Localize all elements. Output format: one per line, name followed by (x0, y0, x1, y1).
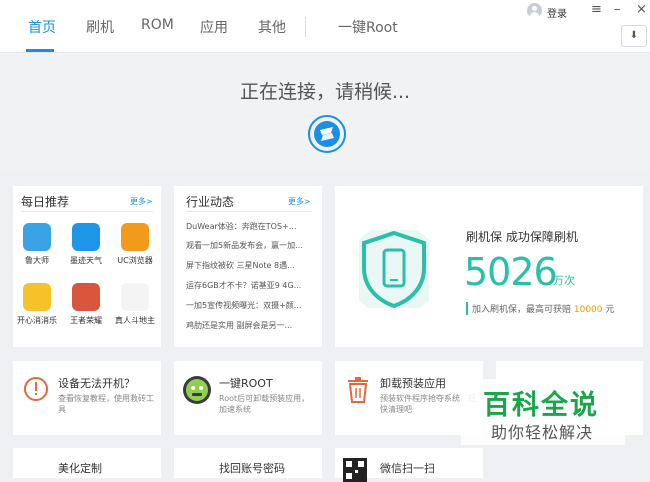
warning-icon (24, 377, 48, 401)
industry-news-title: 行业动态 (186, 195, 235, 209)
tab-flash[interactable]: 刷机 (86, 17, 114, 37)
active-tab-underline (26, 49, 54, 52)
app-ludashi[interactable]: 鲁大师 (17, 223, 57, 266)
recover-account-card[interactable]: 找回账号密码 (174, 448, 322, 478)
tool-title: 微信扫一扫 (380, 462, 435, 475)
app-moji-weather[interactable]: 墨迹天气 (66, 223, 106, 266)
news-item[interactable]: 观看一加5新品发布会，赢一加... (186, 240, 310, 251)
close-icon[interactable]: × (636, 2, 647, 17)
app-label: 王者荣耀 (70, 316, 102, 325)
daily-recommend-card: 每日推荐 更多> 鲁大师 墨迹天气 UC浏览器 开心消消乐 王者荣耀 真人斗地主 (13, 186, 161, 347)
menu-icon[interactable]: ≡ (591, 2, 602, 17)
uc-browser-icon (121, 223, 149, 251)
card-divider (21, 211, 153, 212)
landlord-icon (121, 283, 149, 311)
tool-desc: Root后可卸载预装应用，加速系统 (219, 394, 310, 414)
tool-title: 找回账号密码 (219, 462, 285, 475)
industry-news-card: 行业动态 更多> DuWear体验：奔跑在TOS+... 观看一加5新品发布会，… (174, 186, 322, 347)
news-item[interactable]: 一加5宣传视频曝光：双摄+颜... (186, 300, 310, 311)
beautify-card[interactable]: 美化定制 (13, 448, 161, 478)
tab-home[interactable]: 首页 (28, 17, 56, 37)
tool-title: 卸载预装应用 (380, 377, 446, 390)
tab-rom[interactable]: ROM (141, 17, 174, 33)
connection-status-text: 正在连接，请稍候... (239, 81, 411, 103)
app-logo-icon (308, 115, 346, 153)
user-avatar-icon[interactable] (527, 3, 542, 18)
tool-title: 设备无法开机？ (58, 377, 135, 390)
qr-code-icon (343, 458, 367, 482)
tab-other[interactable]: 其他 (258, 17, 286, 37)
news-more-link[interactable]: 更多> (288, 196, 311, 207)
app-happy-elimination[interactable]: 开心消消乐 (17, 283, 57, 326)
news-item[interactable]: 运存6GB才不卡？诺基亚9 4G... (186, 280, 310, 291)
daily-recommend-title: 每日推荐 (21, 195, 70, 209)
promo-note: 加入刷机保，最高可获赔 10000 元 (466, 302, 614, 315)
login-link[interactable]: 登录 (547, 5, 567, 20)
happy-elimination-icon (23, 283, 51, 311)
device-wont-boot-card[interactable]: 设备无法开机？ 查看恢复教程，使用救砖工具 (13, 361, 161, 435)
promo-note-prefix: 加入刷机保，最高可获赔 (472, 305, 574, 315)
tab-apps[interactable]: 应用 (200, 17, 228, 37)
watermark: 百科全说 助你轻松解决 (461, 379, 625, 445)
android-root-icon (183, 376, 211, 404)
tool-desc: 查看恢复教程，使用救砖工具 (58, 394, 154, 414)
nav-divider (305, 17, 306, 37)
app-label: 墨迹天气 (70, 256, 102, 265)
news-item[interactable]: 屏下指纹被砍 三星Note 8遇... (186, 260, 310, 271)
connection-status-panel: 正在连接，请稍候... (0, 53, 650, 173)
app-uc-browser[interactable]: UC浏览器 (115, 223, 155, 266)
card-divider (186, 211, 312, 212)
app-landlord[interactable]: 真人斗地主 (115, 283, 155, 326)
promo-note-suffix: 元 (602, 305, 615, 315)
app-label: UC浏览器 (117, 256, 153, 265)
tool-title: 一键ROOT (219, 377, 273, 390)
shield-phone-icon (359, 230, 429, 308)
app-honor-of-kings[interactable]: 王者荣耀 (66, 283, 106, 326)
promo-count-unit: 万次 (553, 274, 575, 287)
honor-of-kings-icon (72, 283, 100, 311)
ludashi-icon (23, 223, 51, 251)
tab-one-click-root[interactable]: 一键Root (338, 17, 398, 37)
minimize-icon[interactable]: – (614, 2, 621, 17)
top-navigation-bar: 首页 刷机 ROM 应用 其他 一键Root 登录 ≡ – × ⬇ (0, 0, 650, 53)
daily-more-link[interactable]: 更多> (130, 196, 153, 207)
watermark-title: 百科全说 (483, 390, 599, 421)
promo-title: 刷机保 成功保障刷机 (466, 230, 578, 244)
app-label: 鲁大师 (25, 256, 49, 265)
app-label: 开心消消乐 (17, 316, 57, 325)
promo-count: 5026 (464, 250, 558, 294)
wechat-scan-card[interactable]: 微信扫一扫 (335, 448, 483, 482)
news-item[interactable]: 鸡肋还是实用 副屏会是另一... (186, 320, 310, 331)
tool-title: 美化定制 (58, 462, 102, 475)
moji-weather-icon (72, 223, 100, 251)
promo-note-amount: 10000 (573, 305, 603, 315)
one-click-root-card[interactable]: 一键ROOT Root后可卸载预装应用，加速系统 (174, 361, 322, 435)
watermark-subtitle: 助你轻松解决 (491, 423, 594, 442)
trash-icon (348, 377, 368, 403)
download-icon[interactable]: ⬇ (621, 25, 647, 47)
news-item[interactable]: DuWear体验：奔跑在TOS+... (186, 221, 310, 232)
app-label: 真人斗地主 (115, 316, 155, 325)
